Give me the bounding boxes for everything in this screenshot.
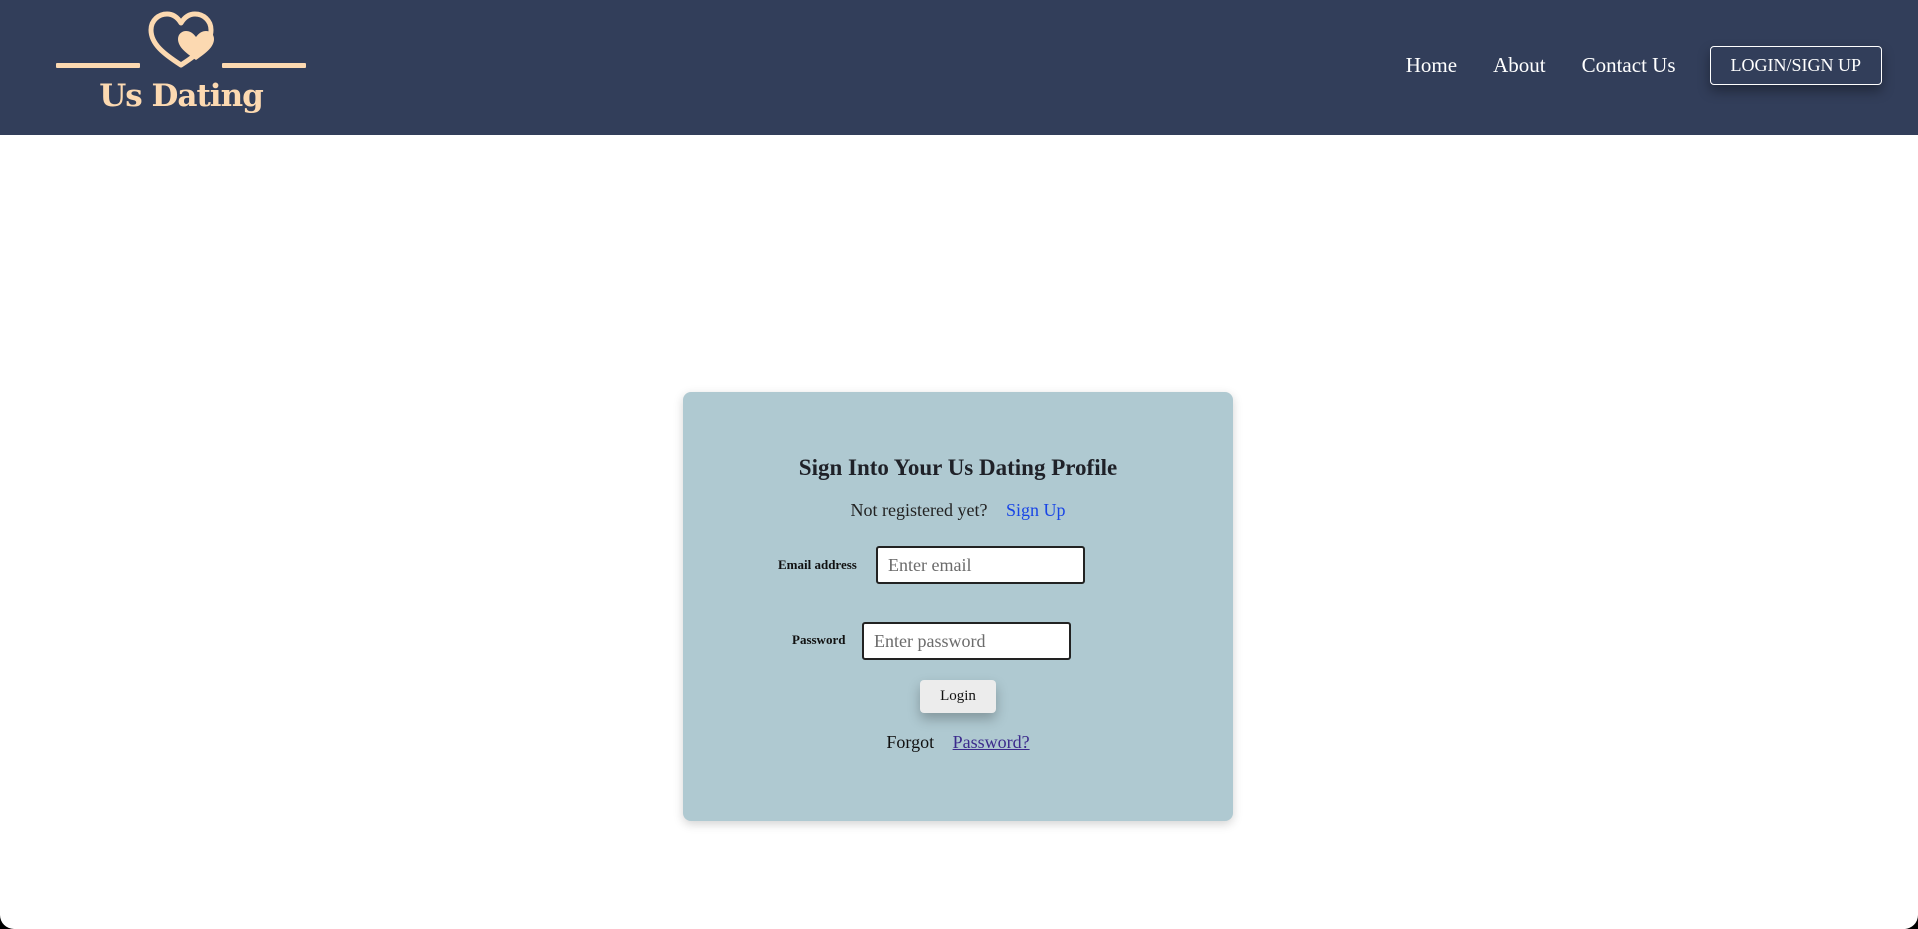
email-label: Email address (778, 557, 857, 572)
login-signup-button[interactable]: LOGIN/SIGN UP (1709, 46, 1882, 85)
not-registered-text: Not registered yet? (850, 500, 988, 520)
password-label: Password (792, 632, 846, 647)
forgot-password-link[interactable]: Password? (953, 732, 1030, 752)
brand-name: Us Dating (99, 78, 264, 114)
email-field[interactable] (876, 546, 1085, 584)
register-prompt: Not registered yet? Sign Up (683, 500, 1233, 521)
navbar: Us Dating Home About Contact Us LOGIN/SI… (0, 0, 1918, 135)
page: Us Dating Home About Contact Us LOGIN/SI… (0, 0, 1918, 929)
forgot-password-row: Forgot Password? (683, 732, 1233, 753)
login-title: Sign Into Your Us Dating Profile (798, 455, 1118, 480)
login-card: Sign Into Your Us Dating Profile Not reg… (683, 392, 1233, 821)
forgot-text: Forgot (886, 732, 935, 752)
nav-links: Home About Contact Us LOGIN/SIGN UP (1370, 46, 1882, 85)
nav-link-about[interactable]: About (1493, 53, 1546, 78)
signup-link[interactable]: Sign Up (1006, 500, 1066, 520)
double-heart-icon (56, 11, 306, 68)
nav-link-contact[interactable]: Contact Us (1582, 53, 1676, 78)
brand-logo[interactable]: Us Dating (56, 10, 306, 120)
login-button[interactable]: Login (920, 680, 996, 713)
password-field[interactable] (862, 622, 1071, 660)
nav-link-home[interactable]: Home (1406, 53, 1457, 78)
